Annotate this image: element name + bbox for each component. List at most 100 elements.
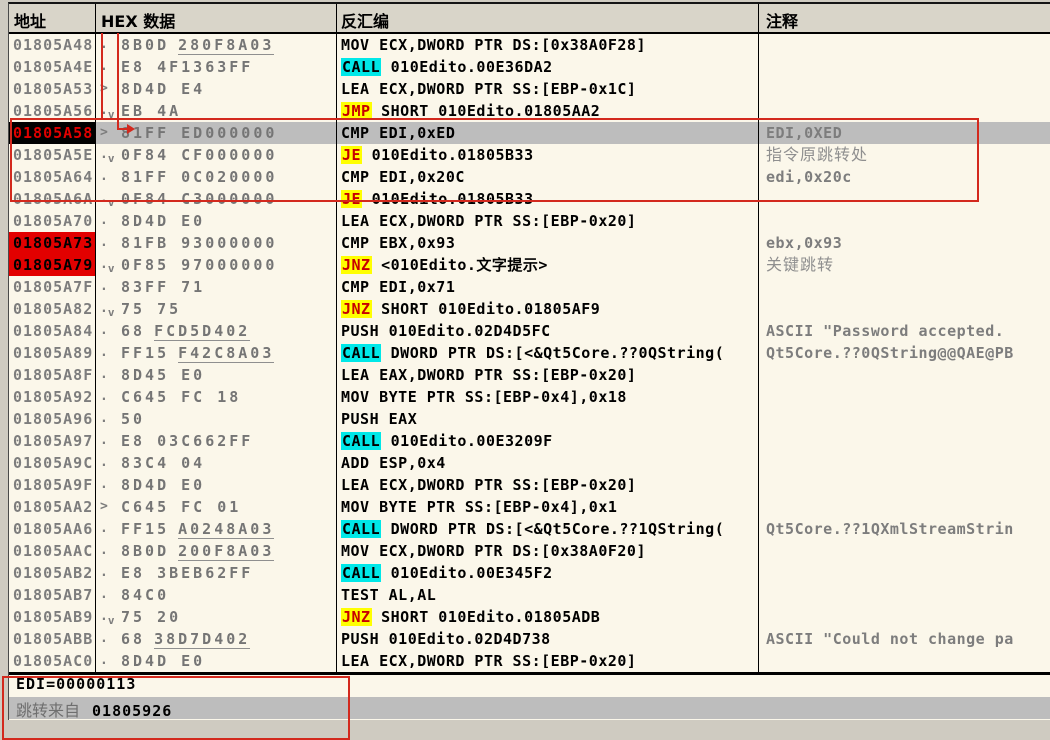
comment-cell [762, 56, 1050, 78]
comment-cell [762, 364, 1050, 386]
jump-flow-decoration: .v [100, 254, 121, 276]
address-cell[interactable]: 01805A8F [9, 364, 95, 386]
comment-cell [762, 562, 1050, 584]
address-cell[interactable]: 01805AAC [9, 540, 95, 562]
address-cell[interactable]: 01805A56 [9, 100, 95, 122]
disasm-row[interactable]: 01805A96.50PUSH EAX [9, 408, 1050, 430]
disasm-row[interactable]: 01805AB2.E8 3BEB62FFCALL 010Edito.00E345… [9, 562, 1050, 584]
column-separator [336, 4, 337, 672]
comment-cell [762, 276, 1050, 298]
disasm-row[interactable]: 01805A53>8D4D E4LEA ECX,DWORD PTR SS:[EB… [9, 78, 1050, 100]
disasm-row[interactable]: 01805AA2>C645 FC 01MOV BYTE PTR SS:[EBP-… [9, 496, 1050, 518]
hex-bytes-cell: 6838D7D402 [121, 628, 335, 650]
address-cell[interactable]: 01805A7F [9, 276, 95, 298]
address-cell[interactable]: 01805A48 [9, 34, 95, 56]
disassembly-panel: 地址 HEX 数据 反汇编 注释 01805A48.8B0D280F8A03MO… [8, 2, 1050, 720]
address-cell[interactable]: 01805A9C [9, 452, 95, 474]
disasm-row[interactable]: 01805A4E.E8 4F1363FFCALL 010Edito.00E36D… [9, 56, 1050, 78]
address-cell[interactable]: 01805A97 [9, 430, 95, 452]
disasm-row[interactable]: 01805A64.81FF 0C020000CMP EDI,0x20Cedi,0… [9, 166, 1050, 188]
jump-flow-decoration: . [100, 210, 121, 232]
disasm-cell: PUSH 010Edito.02D4D738 [341, 628, 757, 650]
comment-cell: ASCII "Could not change pa [762, 628, 1050, 650]
address-cell[interactable]: 01805AB7 [9, 584, 95, 606]
address-cell[interactable]: 01805AC0 [9, 650, 95, 672]
jump-flow-decoration: > [100, 78, 121, 100]
address-cell[interactable]: 01805A82 [9, 298, 95, 320]
disasm-cell: CMP EDI,0xED [341, 122, 757, 144]
disasm-row[interactable]: 01805A70.8D4D E0LEA ECX,DWORD PTR SS:[EB… [9, 210, 1050, 232]
comment-cell: 指令原跳转处 [762, 144, 1050, 166]
address-cell[interactable]: 01805AB2 [9, 562, 95, 584]
jump-flow-decoration: . [100, 650, 121, 672]
disasm-cell: CALL 010Edito.00E345F2 [341, 562, 757, 584]
disasm-row[interactable]: 01805A58>81FF ED000000CMP EDI,0xEDEDI,0X… [9, 122, 1050, 144]
hex-bytes-cell: 0F84 CF000000 [121, 144, 335, 166]
disasm-row[interactable]: 01805AB9.v75 20JNZ SHORT 010Edito.01805A… [9, 606, 1050, 628]
hex-bytes-cell: 83FF 71 [121, 276, 335, 298]
disasm-row[interactable]: 01805A56.vEB 4AJMP SHORT 010Edito.01805A… [9, 100, 1050, 122]
jump-from-line[interactable]: 跳转来自01805926 [9, 697, 1050, 719]
comment-cell [762, 408, 1050, 430]
comment-cell [762, 386, 1050, 408]
address-cell[interactable]: 01805A96 [9, 408, 95, 430]
hex-bytes-cell: 0F84 C3000000 [121, 188, 335, 210]
disasm-row[interactable]: 01805A82.v75 75JNZ SHORT 010Edito.01805A… [9, 298, 1050, 320]
hex-bytes-cell: FF15A0248A03 [121, 518, 335, 540]
address-cell[interactable]: 01805AA2 [9, 496, 95, 518]
disasm-row[interactable]: 01805AAC.8B0D200F8A03MOV ECX,DWORD PTR D… [9, 540, 1050, 562]
disasm-cell: PUSH 010Edito.02D4D5FC [341, 320, 757, 342]
address-cell[interactable]: 01805A70 [9, 210, 95, 232]
jump-flow-decoration: .v [100, 298, 121, 320]
hex-bytes-cell: E8 4F1363FF [121, 56, 335, 78]
address-cell[interactable]: 01805ABB [9, 628, 95, 650]
jump-flow-decoration: . [100, 430, 121, 452]
disasm-row[interactable]: 01805AA6.FF15A0248A03CALL DWORD PTR DS:[… [9, 518, 1050, 540]
address-cell[interactable]: 01805A64 [9, 166, 95, 188]
disasm-row[interactable]: 01805A84.68FCD5D402PUSH 010Edito.02D4D5F… [9, 320, 1050, 342]
address-cell[interactable]: 01805A4E [9, 56, 95, 78]
address-cell[interactable]: 01805A9F [9, 474, 95, 496]
hex-bytes-cell: 8B0D200F8A03 [121, 540, 335, 562]
comment-cell [762, 452, 1050, 474]
address-cell[interactable]: 01805A58 [9, 122, 95, 144]
address-cell[interactable]: 01805A53 [9, 78, 95, 100]
jump-flow-decoration: > [100, 496, 121, 518]
disasm-row[interactable]: 01805A9C.83C4 04ADD ESP,0x4 [9, 452, 1050, 474]
disasm-row[interactable]: 01805A73.81FB 93000000CMP EBX,0x93ebx,0x… [9, 232, 1050, 254]
address-cell[interactable]: 01805A92 [9, 386, 95, 408]
disasm-row[interactable]: 01805A6A.v0F84 C3000000JE 010Edito.01805… [9, 188, 1050, 210]
jump-flow-decoration: . [100, 386, 121, 408]
hex-bytes-cell: 75 75 [121, 298, 335, 320]
jump-flow-decoration: .v [100, 188, 121, 210]
disasm-row[interactable]: 01805AB7.84C0TEST AL,AL [9, 584, 1050, 606]
hex-bytes-cell: 8D4D E0 [121, 650, 335, 672]
address-cell[interactable]: 01805A5E [9, 144, 95, 166]
address-cell[interactable]: 01805AB9 [9, 606, 95, 628]
disasm-row[interactable]: 01805A7F.83FF 71CMP EDI,0x71 [9, 276, 1050, 298]
jump-flow-decoration: . [100, 34, 121, 56]
address-cell-breakpoint[interactable]: 01805A73 [9, 232, 95, 254]
disasm-row[interactable]: 01805A8F.8D45 E0LEA EAX,DWORD PTR SS:[EB… [9, 364, 1050, 386]
disasm-row[interactable]: 01805A9F.8D4D E0LEA ECX,DWORD PTR SS:[EB… [9, 474, 1050, 496]
disasm-row[interactable]: 01805A97.E8 03C662FFCALL 010Edito.00E320… [9, 430, 1050, 452]
jump-flow-decoration: . [100, 540, 121, 562]
address-cell[interactable]: 01805A6A [9, 188, 95, 210]
disasm-row[interactable]: 01805AC0.8D4D E0LEA ECX,DWORD PTR SS:[EB… [9, 650, 1050, 672]
disasm-cell: CMP EDI,0x20C [341, 166, 757, 188]
address-cell[interactable]: 01805A84 [9, 320, 95, 342]
disasm-row[interactable]: 01805A92.C645 FC 18MOV BYTE PTR SS:[EBP-… [9, 386, 1050, 408]
disasm-row[interactable]: 01805A5E.v0F84 CF000000JE 010Edito.01805… [9, 144, 1050, 166]
column-header-hex: HEX 数据 [101, 8, 175, 32]
disasm-row[interactable]: 01805A79.v0F85 97000000JNZ <010Edito.文字提… [9, 254, 1050, 276]
hex-bytes-cell: 0F85 97000000 [121, 254, 335, 276]
hex-bytes-cell: 8B0D280F8A03 [121, 34, 335, 56]
mnemonic-highlight: JE [341, 190, 362, 208]
disasm-row[interactable]: 01805A89.FF15F42C8A03CALL DWORD PTR DS:[… [9, 342, 1050, 364]
address-cell[interactable]: 01805A89 [9, 342, 95, 364]
address-cell[interactable]: 01805AA6 [9, 518, 95, 540]
disasm-row[interactable]: 01805ABB.6838D7D402PUSH 010Edito.02D4D73… [9, 628, 1050, 650]
address-cell-breakpoint[interactable]: 01805A79 [9, 254, 95, 276]
hex-bytes-cell: C645 FC 01 [121, 496, 335, 518]
disasm-row[interactable]: 01805A48.8B0D280F8A03MOV ECX,DWORD PTR D… [9, 34, 1050, 56]
